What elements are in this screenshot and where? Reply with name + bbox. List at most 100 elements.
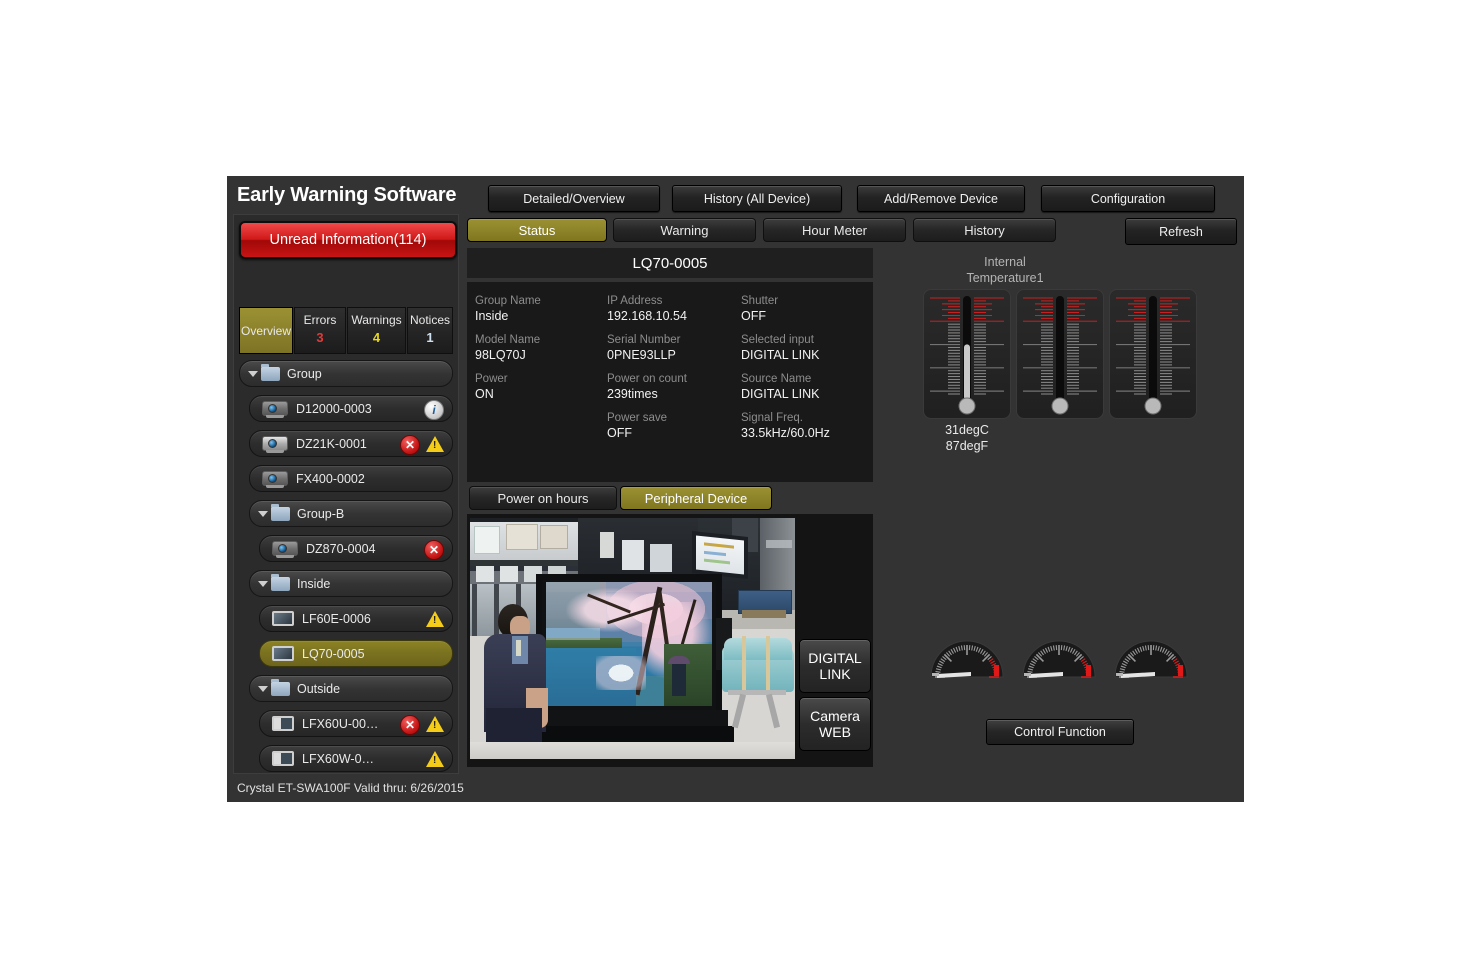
tab-warnings-count: 4	[372, 330, 381, 345]
tree-device-d12000-0003[interactable]: D12000-0003 i	[249, 395, 453, 422]
projector-icon	[262, 401, 288, 418]
tree-device-fx400-0002[interactable]: FX400-0002	[249, 465, 453, 492]
status-field-value: 33.5kHz/60.0Hz	[741, 426, 830, 440]
temperature-readout: 31degC 87degF	[912, 422, 1022, 454]
display-icon	[272, 751, 294, 766]
error-badge-icon: ✕	[400, 435, 420, 455]
tree-folder-group-b[interactable]: Group-B	[249, 500, 453, 527]
thermometer-1	[923, 289, 1011, 419]
expand-triangle-icon[interactable]	[248, 370, 258, 377]
thermometer-2	[1016, 289, 1104, 419]
refresh-button[interactable]: Refresh	[1125, 218, 1237, 245]
tab-notices[interactable]: Notices 1	[407, 307, 453, 354]
application-window: Early Warning Software Detailed/Overview…	[227, 176, 1244, 802]
digital-link-button[interactable]: DIGITAL LINK	[799, 639, 871, 693]
status-field: Selected input DIGITAL LINK	[741, 333, 820, 363]
tree-folder-group[interactable]: Group	[239, 360, 453, 387]
internal-temperature-label: Internal Temperature1	[895, 254, 1115, 286]
device-photo	[470, 518, 795, 759]
status-field-key: Source Name	[741, 373, 812, 385]
projector-icon	[262, 471, 288, 488]
license-info: Crystal ET-SWA100F Valid thru: 6/26/2015	[237, 781, 464, 795]
tree-device-lfx60u-00[interactable]: LFX60U-00… ✕	[259, 710, 453, 737]
peripheral-device-panel: DIGITAL LINK Camera WEB	[467, 514, 873, 767]
status-field-key: Power	[475, 373, 508, 385]
status-field: Model Name 98LQ70J	[475, 333, 540, 363]
internal-temperature-label-line2: Temperature1	[966, 271, 1044, 285]
tab-errors-label: Errors	[303, 313, 337, 327]
warning-badge-icon	[426, 436, 444, 452]
detailed-overview-button[interactable]: Detailed/Overview	[488, 185, 660, 212]
status-field: Power save OFF	[607, 411, 667, 441]
error-badge-icon: ✕	[400, 715, 420, 735]
tab-errors-count: 3	[316, 330, 324, 345]
status-field-value: Inside	[475, 309, 509, 323]
device-status-grid: Group Name Inside Model Name 98LQ70J Power ON…	[467, 282, 873, 482]
unread-information-button[interactable]: Unread Information(114)	[239, 221, 457, 259]
display-icon	[272, 611, 294, 626]
folder-icon	[271, 678, 290, 696]
tree-folder-inside[interactable]: Inside	[249, 570, 453, 597]
tab-warning[interactable]: Warning	[613, 218, 756, 242]
warning-badge-icon	[426, 751, 444, 767]
device-tree: Group D12000-0003 i DZ21K-0001 ✕ FX400-0002 Gr…	[239, 360, 453, 772]
control-function-button[interactable]: Control Function	[986, 719, 1134, 745]
tree-item-label: Group-B	[297, 506, 345, 521]
subtab-peripheral-device[interactable]: Peripheral Device	[620, 486, 772, 510]
status-field-key: Selected input	[741, 334, 814, 346]
expand-triangle-icon[interactable]	[258, 580, 268, 587]
tab-overview[interactable]: Overview	[239, 307, 293, 354]
camera-web-button[interactable]: Camera WEB	[799, 697, 871, 751]
tree-folder-outside[interactable]: Outside	[249, 675, 453, 702]
tree-device-lq70-0005[interactable]: LQ70-0005	[259, 640, 453, 667]
sidebar: Unread Information(114) Overview Errors …	[233, 214, 459, 774]
thermometer-graphic	[930, 296, 1004, 415]
status-field-value: DIGITAL LINK	[741, 387, 820, 401]
tab-status[interactable]: Status	[467, 218, 607, 242]
status-field-key: Signal Freq.	[741, 412, 804, 424]
folder-icon	[271, 503, 290, 521]
status-field-key: Serial Number	[607, 334, 681, 346]
status-field-value: 98LQ70J	[475, 348, 526, 362]
tree-device-lfx60w-0[interactable]: LFX60W-0…	[259, 745, 453, 772]
tab-errors[interactable]: Errors 3	[294, 307, 346, 354]
info-badge-icon: i	[424, 400, 444, 420]
status-field: Shutter OFF	[741, 294, 778, 324]
digital-link-button-line2: LINK	[819, 666, 851, 682]
thermometer-3	[1109, 289, 1197, 419]
tree-device-lf60e-0006[interactable]: LF60E-0006	[259, 605, 453, 632]
history-all-device-button[interactable]: History (All Device)	[672, 185, 842, 212]
tab-history[interactable]: History	[913, 218, 1056, 242]
content-panel: Status Warning Hour Meter History Refres…	[465, 214, 1238, 774]
subtab-power-on-hours[interactable]: Power on hours	[469, 486, 617, 510]
expand-triangle-icon[interactable]	[258, 685, 268, 692]
expand-triangle-icon[interactable]	[258, 510, 268, 517]
folder-icon	[261, 363, 280, 381]
fan-gauge-2	[1019, 631, 1099, 683]
tab-hour-meter[interactable]: Hour Meter	[763, 218, 906, 242]
tree-device-dz870-0004[interactable]: DZ870-0004 ✕	[259, 535, 453, 562]
status-field-value: ON	[475, 387, 494, 401]
temperature-celsius: 31degC	[945, 423, 989, 437]
status-field-value: 192.168.10.54	[607, 309, 687, 323]
status-field: Power ON	[475, 372, 508, 402]
projector-icon	[272, 541, 298, 558]
selected-device-title: LQ70-0005	[467, 248, 873, 278]
status-field: IP Address 192.168.10.54	[607, 294, 687, 324]
thermometer-graphic	[1023, 296, 1097, 415]
tab-notices-label: Notices	[409, 313, 450, 327]
status-field-key: Power on count	[607, 373, 687, 385]
status-field-key: Group Name	[475, 295, 541, 307]
add-remove-device-button[interactable]: Add/Remove Device	[857, 185, 1025, 212]
gauge-graphic	[930, 640, 1004, 678]
display-icon	[272, 716, 294, 731]
app-header: Early Warning Software Detailed/Overview…	[227, 176, 1244, 214]
tab-warnings[interactable]: Warnings 4	[347, 307, 406, 354]
tree-item-label: LQ70-0005	[302, 646, 365, 661]
tree-item-label: FX400-0002	[296, 471, 365, 486]
warning-badge-icon	[426, 611, 444, 627]
tree-device-dz21k-0001[interactable]: DZ21K-0001 ✕	[249, 430, 453, 457]
status-field: Signal Freq. 33.5kHz/60.0Hz	[741, 411, 830, 441]
configuration-button[interactable]: Configuration	[1041, 185, 1215, 212]
tree-item-label: LFX60U-00…	[302, 716, 379, 731]
